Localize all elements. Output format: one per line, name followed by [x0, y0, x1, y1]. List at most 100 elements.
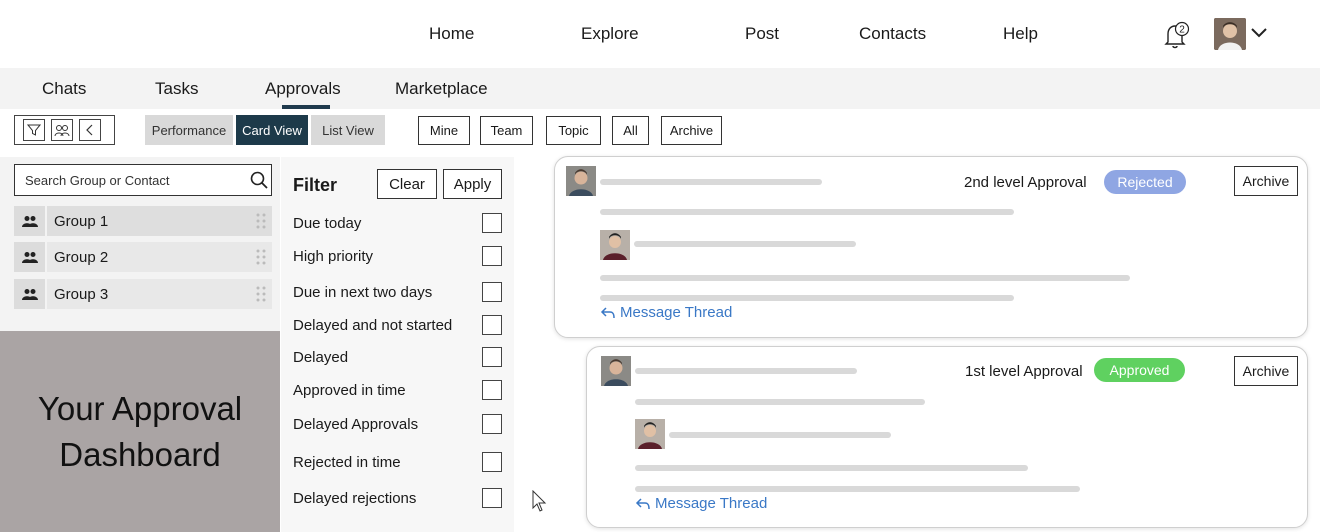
placeholder-line [600, 209, 1014, 215]
reply-icon [635, 497, 650, 509]
avatar [600, 230, 630, 260]
scope-team-button[interactable]: Team [480, 116, 533, 145]
group-item[interactable]: Group 1 [14, 206, 272, 236]
filter-option: Due in next two days [293, 282, 505, 304]
filter-checkbox[interactable] [482, 414, 502, 434]
group-label: Group 1 [54, 212, 109, 230]
avatar [635, 419, 665, 449]
filter-checkbox[interactable] [482, 488, 502, 508]
collapse-icon[interactable] [79, 119, 101, 141]
approval-level: 1st level Approval [965, 363, 1083, 380]
filter-option-label: Delayed rejections [293, 490, 417, 507]
filter-checkbox[interactable] [482, 347, 502, 367]
group-icon [14, 242, 45, 272]
filter-checkbox[interactable] [482, 282, 502, 302]
list-view-button[interactable]: List View [311, 115, 385, 145]
card-view-button[interactable]: Card View [236, 115, 308, 145]
placeholder-line [635, 399, 925, 405]
bell-icon[interactable]: 2 [1160, 20, 1192, 50]
filter-option: Rejected in time [293, 452, 505, 474]
placeholder-line [635, 465, 1028, 471]
filter-option-label: Due in next two days [293, 284, 433, 301]
group-icon [14, 206, 45, 236]
filter-checkbox[interactable] [482, 315, 502, 335]
notification-count: 2 [1179, 25, 1185, 36]
people-icon[interactable] [51, 119, 73, 141]
performance-view-button[interactable]: Performance [145, 115, 233, 145]
archive-button[interactable]: Archive [1234, 166, 1298, 196]
nav-help[interactable]: Help [1003, 24, 1038, 44]
chevron-down-icon[interactable] [1250, 26, 1268, 40]
top-nav: Home Explore Post Contacts Help 2 [0, 0, 1320, 68]
clear-button[interactable]: Clear [377, 169, 437, 199]
status-badge: Rejected [1104, 170, 1186, 194]
drag-handle-icon[interactable] [256, 286, 266, 302]
search-input[interactable] [14, 164, 272, 196]
sub-nav: Chats Tasks Approvals Marketplace [0, 68, 1320, 109]
filter-option-label: Delayed Approvals [293, 416, 419, 433]
promo-banner: Your Approval Dashboard [0, 331, 280, 532]
nav-contacts[interactable]: Contacts [859, 24, 926, 44]
tab-approvals[interactable]: Approvals [265, 79, 341, 99]
tab-tasks[interactable]: Tasks [155, 79, 198, 99]
mouse-cursor-icon [532, 489, 548, 514]
filter-checkbox[interactable] [482, 246, 502, 266]
scope-archive-button[interactable]: Archive [661, 116, 722, 145]
approval-card[interactable]: 2nd level Approval Rejected Archive Mess… [554, 156, 1308, 338]
scope-mine-button[interactable]: Mine [418, 116, 470, 145]
placeholder-line [600, 179, 822, 185]
tab-marketplace[interactable]: Marketplace [395, 79, 488, 99]
filter-option: Delayed Approvals [293, 414, 505, 436]
nav-home[interactable]: Home [429, 24, 474, 44]
profile-avatar[interactable] [1214, 18, 1246, 50]
view-icon-bar [14, 115, 115, 145]
filter-option: Approved in time [293, 380, 505, 402]
filter-option: Delayed [293, 347, 505, 369]
approval-card[interactable]: 1st level Approval Approved Archive Mess… [586, 346, 1308, 528]
message-thread-label: Message Thread [620, 304, 733, 321]
filter-option-label: Due today [293, 215, 362, 232]
message-thread-link[interactable]: Message Thread [635, 495, 767, 512]
filter-checkbox[interactable] [482, 380, 502, 400]
group-item[interactable]: Group 2 [14, 242, 272, 272]
tab-chats[interactable]: Chats [42, 79, 86, 99]
group-label: Group 2 [54, 248, 109, 266]
filter-checkbox[interactable] [482, 213, 502, 233]
active-tab-indicator [282, 105, 330, 109]
reply-icon [600, 306, 615, 318]
filter-option-label: Delayed and not started [293, 317, 453, 334]
group-item[interactable]: Group 3 [14, 279, 272, 309]
message-thread-link[interactable]: Message Thread [600, 304, 732, 321]
filter-option-label: Delayed [293, 349, 349, 366]
search-icon[interactable] [250, 171, 268, 189]
status-badge: Approved [1094, 358, 1185, 382]
promo-text: Your Approval Dashboard [37, 389, 243, 473]
scope-topic-button[interactable]: Topic [546, 116, 601, 145]
filter-checkbox[interactable] [482, 452, 502, 472]
nav-explore[interactable]: Explore [581, 24, 639, 44]
drag-handle-icon[interactable] [256, 249, 266, 265]
filter-option: Delayed and not started [293, 315, 505, 337]
filter-option: Due today [293, 213, 505, 235]
placeholder-line [635, 368, 857, 374]
group-label: Group 3 [54, 285, 109, 303]
archive-button[interactable]: Archive [1234, 356, 1298, 386]
apply-button[interactable]: Apply [443, 169, 502, 199]
nav-post[interactable]: Post [745, 24, 779, 44]
message-thread-label: Message Thread [655, 495, 768, 512]
filter-icon[interactable] [23, 119, 45, 141]
filter-option-label: High priority [293, 248, 374, 265]
placeholder-line [669, 432, 891, 438]
filter-option: Delayed rejections [293, 488, 505, 510]
filter-option-label: Approved in time [293, 382, 406, 399]
placeholder-line [600, 275, 1130, 281]
placeholder-line [635, 486, 1080, 492]
filter-title: Filter [293, 175, 338, 195]
approval-level: 2nd level Approval [964, 174, 1087, 191]
scope-all-button[interactable]: All [612, 116, 649, 145]
avatar [566, 166, 596, 196]
drag-handle-icon[interactable] [256, 213, 266, 229]
filter-option-label: Rejected in time [293, 454, 401, 471]
placeholder-line [600, 295, 1014, 301]
group-icon [14, 279, 45, 309]
